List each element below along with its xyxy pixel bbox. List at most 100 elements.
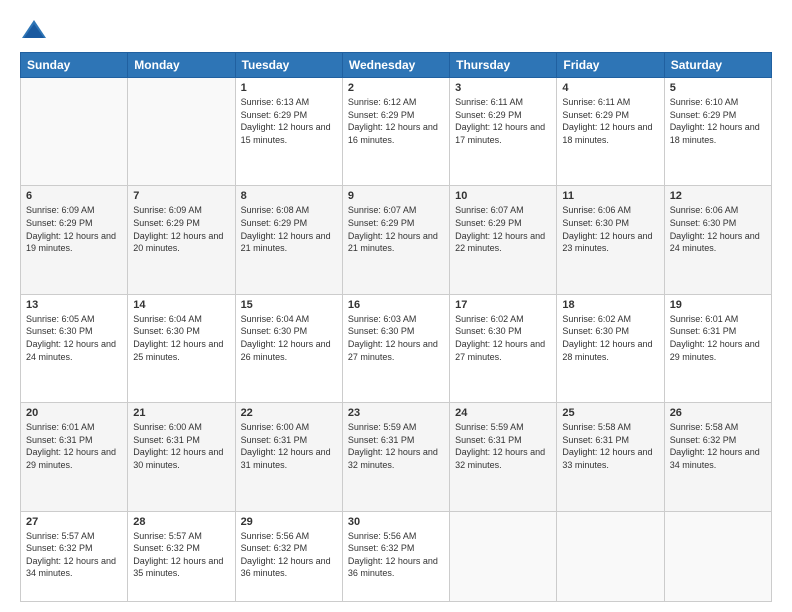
day-info: Sunrise: 6:07 AM Sunset: 6:29 PM Dayligh…	[455, 204, 551, 254]
day-info: Sunrise: 5:56 AM Sunset: 6:32 PM Dayligh…	[241, 530, 337, 580]
day-number: 28	[133, 516, 229, 528]
header	[20, 16, 772, 44]
day-cell: 15Sunrise: 6:04 AM Sunset: 6:30 PM Dayli…	[235, 294, 342, 402]
day-number: 19	[670, 299, 766, 311]
day-cell: 6Sunrise: 6:09 AM Sunset: 6:29 PM Daylig…	[21, 186, 128, 294]
day-cell: 4 Sunrise: 6:11 AM Sunset: 6:29 PM Daylig…	[557, 78, 664, 186]
day-number: 2	[348, 82, 444, 94]
day-info: Sunrise: 6:04 AM Sunset: 6:30 PM Dayligh…	[133, 313, 229, 363]
day-cell: 12 Sunrise: 6:06 AM Sunset: 6:30 PM Dayli…	[664, 186, 771, 294]
day-cell: 10 Sunrise: 6:07 AM Sunset: 6:29 PM Dayli…	[450, 186, 557, 294]
header-day-monday: Monday	[128, 53, 235, 78]
day-cell: 5 Sunrise: 6:10 AM Sunset: 6:29 PM Daylig…	[664, 78, 771, 186]
day-number: 22	[241, 407, 337, 419]
day-info: Sunrise: 6:09 AM Sunset: 6:29 PM Dayligh…	[133, 204, 229, 254]
day-info: Sunrise: 6:13 AM Sunset: 6:29 PM Dayligh…	[241, 96, 337, 146]
page: SundayMondayTuesdayWednesdayThursdayFrid…	[0, 0, 792, 612]
day-info: Sunrise: 6:12 AM Sunset: 6:29 PM Dayligh…	[348, 96, 444, 146]
day-number: 24	[455, 407, 551, 419]
day-cell: 24 Sunrise: 5:59 AM Sunset: 6:31 PM Dayli…	[450, 403, 557, 511]
day-info: Sunrise: 6:00 AM Sunset: 6:31 PM Dayligh…	[133, 421, 229, 471]
day-cell	[664, 511, 771, 601]
day-cell: 11 Sunrise: 6:06 AM Sunset: 6:30 PM Dayli…	[557, 186, 664, 294]
day-cell: 29 Sunrise: 5:56 AM Sunset: 6:32 PM Dayli…	[235, 511, 342, 601]
day-info: Sunrise: 6:02 AM Sunset: 6:30 PM Dayligh…	[455, 313, 551, 363]
day-info: Sunrise: 6:10 AM Sunset: 6:29 PM Dayligh…	[670, 96, 766, 146]
day-cell: 21 Sunrise: 6:00 AM Sunset: 6:31 PM Dayli…	[128, 403, 235, 511]
day-number: 25	[562, 407, 658, 419]
day-info: Sunrise: 6:02 AM Sunset: 6:30 PM Dayligh…	[562, 313, 658, 363]
calendar-body: 1 Sunrise: 6:13 AM Sunset: 6:29 PM Daylig…	[21, 78, 772, 602]
week-row-1: 6 Sunrise: 6:09 AM Sunset: 6:29 PM Daylig…	[21, 186, 772, 294]
day-number: 6	[26, 190, 122, 202]
day-info: Sunrise: 6:11 AM Sunset: 6:29 PM Dayligh…	[455, 96, 551, 146]
day-cell	[450, 511, 557, 601]
day-cell: 13 Sunrise: 6:05 AM Sunset: 6:30 PM Dayli…	[21, 294, 128, 402]
calendar-table: SundayMondayTuesdayWednesdayThursdayFrid…	[20, 52, 772, 602]
day-number: 8	[241, 190, 337, 202]
day-number: 17	[455, 299, 551, 311]
day-number: 26	[670, 407, 766, 419]
day-number: 4	[562, 82, 658, 94]
week-row-0: 1 Sunrise: 6:13 AM Sunset: 6:29 PM Daylig…	[21, 78, 772, 186]
week-row-4: 27 Sunrise: 5:57 AM Sunset: 6:32 PM Dayli…	[21, 511, 772, 601]
day-info: Sunrise: 6:04 AM Sunset: 6:30 PM Dayligh…	[241, 313, 337, 363]
day-number: 10	[455, 190, 551, 202]
header-day-tuesday: Tuesday	[235, 53, 342, 78]
day-number: 21	[133, 407, 229, 419]
day-info: Sunrise: 6:05 AM Sunset: 6:30 PM Dayligh…	[26, 313, 122, 363]
day-info: Sunrise: 5:58 AM Sunset: 6:32 PM Dayligh…	[670, 421, 766, 471]
header-day-sunday: Sunday	[21, 53, 128, 78]
day-cell: 17 Sunrise: 6:02 AM Sunset: 6:30 PM Dayli…	[450, 294, 557, 402]
header-day-wednesday: Wednesday	[342, 53, 449, 78]
logo-icon	[20, 16, 48, 44]
day-info: Sunrise: 5:57 AM Sunset: 6:32 PM Dayligh…	[133, 530, 229, 580]
day-number: 3	[455, 82, 551, 94]
day-number: 16	[348, 299, 444, 311]
header-day-friday: Friday	[557, 53, 664, 78]
header-day-thursday: Thursday	[450, 53, 557, 78]
week-row-3: 20 Sunrise: 6:01 AM Sunset: 6:31 PM Dayli…	[21, 403, 772, 511]
day-cell	[21, 78, 128, 186]
day-number: 14	[133, 299, 229, 311]
day-number: 20	[26, 407, 122, 419]
week-row-2: 13 Sunrise: 6:05 AM Sunset: 6:30 PM Dayli…	[21, 294, 772, 402]
day-cell: 30 Sunrise: 5:56 AM Sunset: 6:32 PM Dayli…	[342, 511, 449, 601]
day-info: Sunrise: 5:59 AM Sunset: 6:31 PM Dayligh…	[455, 421, 551, 471]
day-info: Sunrise: 6:03 AM Sunset: 6:30 PM Dayligh…	[348, 313, 444, 363]
day-cell: 8Sunrise: 6:08 AM Sunset: 6:29 PM Daylig…	[235, 186, 342, 294]
day-info: Sunrise: 6:06 AM Sunset: 6:30 PM Dayligh…	[670, 204, 766, 254]
day-info: Sunrise: 5:59 AM Sunset: 6:31 PM Dayligh…	[348, 421, 444, 471]
day-number: 1	[241, 82, 337, 94]
day-cell: 19 Sunrise: 6:01 AM Sunset: 6:31 PM Dayli…	[664, 294, 771, 402]
day-cell: 1 Sunrise: 6:13 AM Sunset: 6:29 PM Daylig…	[235, 78, 342, 186]
day-number: 7	[133, 190, 229, 202]
day-cell	[557, 511, 664, 601]
day-number: 23	[348, 407, 444, 419]
day-number: 27	[26, 516, 122, 528]
day-info: Sunrise: 5:56 AM Sunset: 6:32 PM Dayligh…	[348, 530, 444, 580]
day-number: 29	[241, 516, 337, 528]
day-number: 30	[348, 516, 444, 528]
day-info: Sunrise: 6:06 AM Sunset: 6:30 PM Dayligh…	[562, 204, 658, 254]
day-info: Sunrise: 6:07 AM Sunset: 6:29 PM Dayligh…	[348, 204, 444, 254]
day-number: 5	[670, 82, 766, 94]
day-cell: 16 Sunrise: 6:03 AM Sunset: 6:30 PM Dayli…	[342, 294, 449, 402]
day-number: 13	[26, 299, 122, 311]
day-info: Sunrise: 6:01 AM Sunset: 6:31 PM Dayligh…	[26, 421, 122, 471]
day-cell: 3 Sunrise: 6:11 AM Sunset: 6:29 PM Daylig…	[450, 78, 557, 186]
day-cell: 28 Sunrise: 5:57 AM Sunset: 6:32 PM Dayli…	[128, 511, 235, 601]
day-info: Sunrise: 6:01 AM Sunset: 6:31 PM Dayligh…	[670, 313, 766, 363]
day-info: Sunrise: 6:11 AM Sunset: 6:29 PM Dayligh…	[562, 96, 658, 146]
day-cell: 27 Sunrise: 5:57 AM Sunset: 6:32 PM Dayli…	[21, 511, 128, 601]
day-info: Sunrise: 5:57 AM Sunset: 6:32 PM Dayligh…	[26, 530, 122, 580]
day-cell: 7 Sunrise: 6:09 AM Sunset: 6:29 PM Daylig…	[128, 186, 235, 294]
day-number: 12	[670, 190, 766, 202]
day-cell: 26 Sunrise: 5:58 AM Sunset: 6:32 PM Dayli…	[664, 403, 771, 511]
day-number: 11	[562, 190, 658, 202]
day-number: 18	[562, 299, 658, 311]
day-cell: 22 Sunrise: 6:00 AM Sunset: 6:31 PM Dayli…	[235, 403, 342, 511]
day-cell: 2 Sunrise: 6:12 AM Sunset: 6:29 PM Daylig…	[342, 78, 449, 186]
day-info: Sunrise: 6:00 AM Sunset: 6:31 PM Dayligh…	[241, 421, 337, 471]
day-cell	[128, 78, 235, 186]
